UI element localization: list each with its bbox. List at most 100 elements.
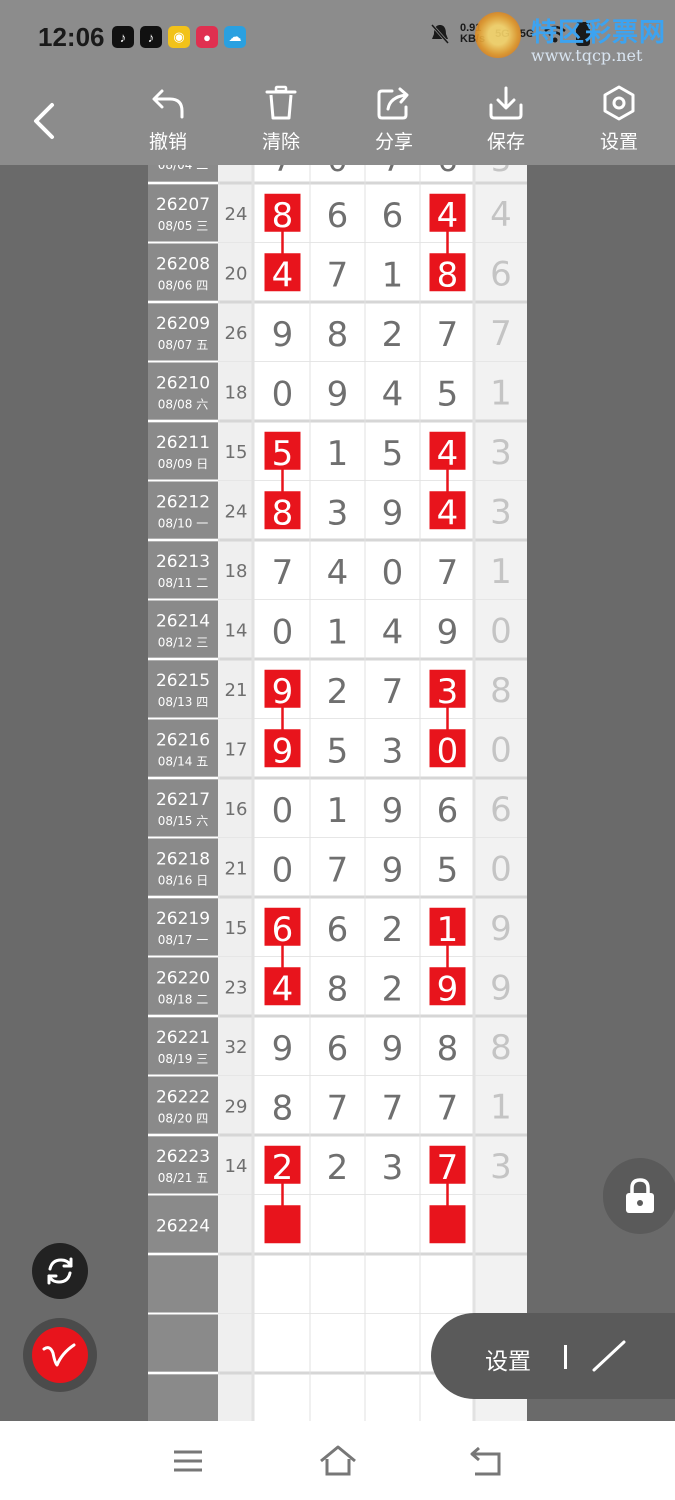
issue-date: 08/16 日 [158, 873, 208, 887]
rotate-button[interactable] [32, 1243, 88, 1299]
sum-value: 16 [225, 799, 248, 820]
digit: 1 [382, 255, 404, 295]
pen-button[interactable] [23, 1318, 97, 1392]
hit-digit: 9 [437, 969, 459, 1009]
digit: 4 [382, 374, 404, 414]
digit: 9 [437, 612, 459, 652]
menu-icon[interactable] [168, 1443, 208, 1479]
digit: 1 [327, 612, 349, 652]
pill-settings-label[interactable]: 设置 [485, 1342, 531, 1376]
hit-digit: 9 [272, 731, 294, 771]
digit: 3 [382, 731, 404, 771]
issue-date: 08/11 二 [158, 576, 208, 590]
digit: 3 [327, 493, 349, 533]
issue-date: 08/06 四 [158, 278, 208, 292]
back-icon[interactable] [467, 1443, 507, 1479]
digit: 0 [272, 374, 294, 414]
sum-value: 15 [225, 442, 248, 463]
extra-digit: 0 [490, 730, 512, 770]
issue-date: 08/08 六 [158, 397, 208, 411]
issue-number: 26214 [156, 611, 210, 631]
digit: 7 [382, 672, 404, 712]
digit: 7 [437, 553, 459, 593]
extra-digit: 8 [490, 1028, 512, 1068]
rotate-icon [47, 1257, 73, 1285]
digit: 2 [382, 969, 404, 1009]
pen-button-inner [32, 1327, 88, 1383]
issue-number: 26216 [156, 730, 210, 750]
issue-number: 26207 [156, 195, 210, 215]
extra-digit: 4 [490, 195, 512, 235]
save-label: 保存 [486, 132, 525, 153]
digit: 7 [327, 255, 349, 295]
digit: 9 [327, 374, 349, 414]
digit: 7 [437, 315, 459, 355]
status-bar: 12:06 ♪ ♪ ◉ ● ☁ 0.91 KB/s 5G 5G 特区彩票网 ww… [0, 0, 675, 75]
hit-digit: 4 [437, 493, 459, 533]
digit: 5 [437, 374, 459, 414]
hit-digit: 8 [272, 196, 294, 236]
digit: 7 [437, 1088, 459, 1128]
extra-digit: 9 [490, 968, 512, 1008]
share-label: 分享 [374, 132, 413, 153]
site-watermark: 特区彩票网 www.tqcp.net [475, 8, 675, 68]
status-time: 12:06 [38, 22, 105, 52]
home-icon[interactable] [318, 1443, 358, 1479]
digit: 7 [272, 553, 294, 593]
digit: 6 [327, 910, 349, 950]
digit: 6 [327, 196, 349, 236]
digit: 5 [437, 850, 459, 890]
share-button[interactable]: 分享 [354, 85, 434, 161]
digit: 8 [327, 969, 349, 1009]
digit: 5 [382, 434, 404, 474]
issue-number: 26208 [156, 254, 210, 274]
partial-row-date: 08/04 二 [158, 165, 208, 172]
trend-chart-svg[interactable]: 08/04 二707632620708/05 三24866442620808/0… [148, 165, 527, 1421]
watermark-logo-icon [475, 12, 521, 58]
clear-button[interactable]: 清除 [241, 85, 321, 161]
pill-divider [564, 1345, 567, 1369]
red-app-icon: ● [196, 26, 218, 48]
extra-digit: 3 [490, 433, 512, 473]
trend-chart[interactable]: 08/04 二707632620708/05 三24866442620808/0… [148, 165, 527, 1421]
digit: 6 [327, 1029, 349, 1069]
hit-digit: 6 [272, 910, 294, 950]
issue-number: 26223 [156, 1147, 210, 1167]
settings-label: 设置 [599, 132, 638, 153]
issue-date: 08/14 五 [158, 754, 208, 768]
lock-button[interactable] [603, 1158, 675, 1234]
tiktok-icon: ♪ [112, 26, 134, 48]
hit-digit: 3 [437, 672, 459, 712]
trash-icon [265, 85, 297, 120]
issue-number: 26224 [156, 1216, 210, 1236]
issue-number: 26217 [156, 790, 210, 810]
drawing-toolbar: 撤销 清除 分享 保存 设置 [0, 75, 675, 165]
hit-digit: 4 [437, 196, 459, 236]
hit-digit: 5 [272, 434, 294, 474]
issue-date: 08/09 日 [158, 457, 208, 471]
issue-number: 26220 [156, 968, 210, 988]
back-arrow-icon[interactable] [28, 101, 64, 141]
watermark-url: www.tqcp.net [531, 46, 643, 65]
partial-row-extra: 3 [491, 165, 511, 179]
pen-settings-pill[interactable]: 设置 [431, 1313, 675, 1399]
sum-value: 32 [225, 1037, 248, 1058]
digit: 9 [382, 1029, 404, 1069]
sum-value: 18 [225, 561, 248, 582]
save-button[interactable]: 保存 [466, 85, 546, 161]
digit: 4 [382, 612, 404, 652]
issue-number: 26212 [156, 492, 210, 512]
digit: 7 [327, 850, 349, 890]
yellow-app-icon: ◉ [168, 26, 190, 48]
issue-date: 08/12 三 [158, 635, 208, 649]
issue-number: 26221 [156, 1028, 210, 1048]
undo-button[interactable]: 撤销 [128, 85, 208, 161]
system-nav-bar [0, 1421, 675, 1500]
line-tool-icon[interactable] [591, 1339, 627, 1373]
issue-number: 26222 [156, 1087, 210, 1107]
sum-value: 24 [225, 204, 248, 225]
lock-icon [626, 1178, 654, 1213]
settings-button[interactable]: 设置 [579, 85, 659, 161]
sum-value: 17 [225, 739, 248, 760]
issue-date: 08/20 四 [158, 1111, 208, 1125]
